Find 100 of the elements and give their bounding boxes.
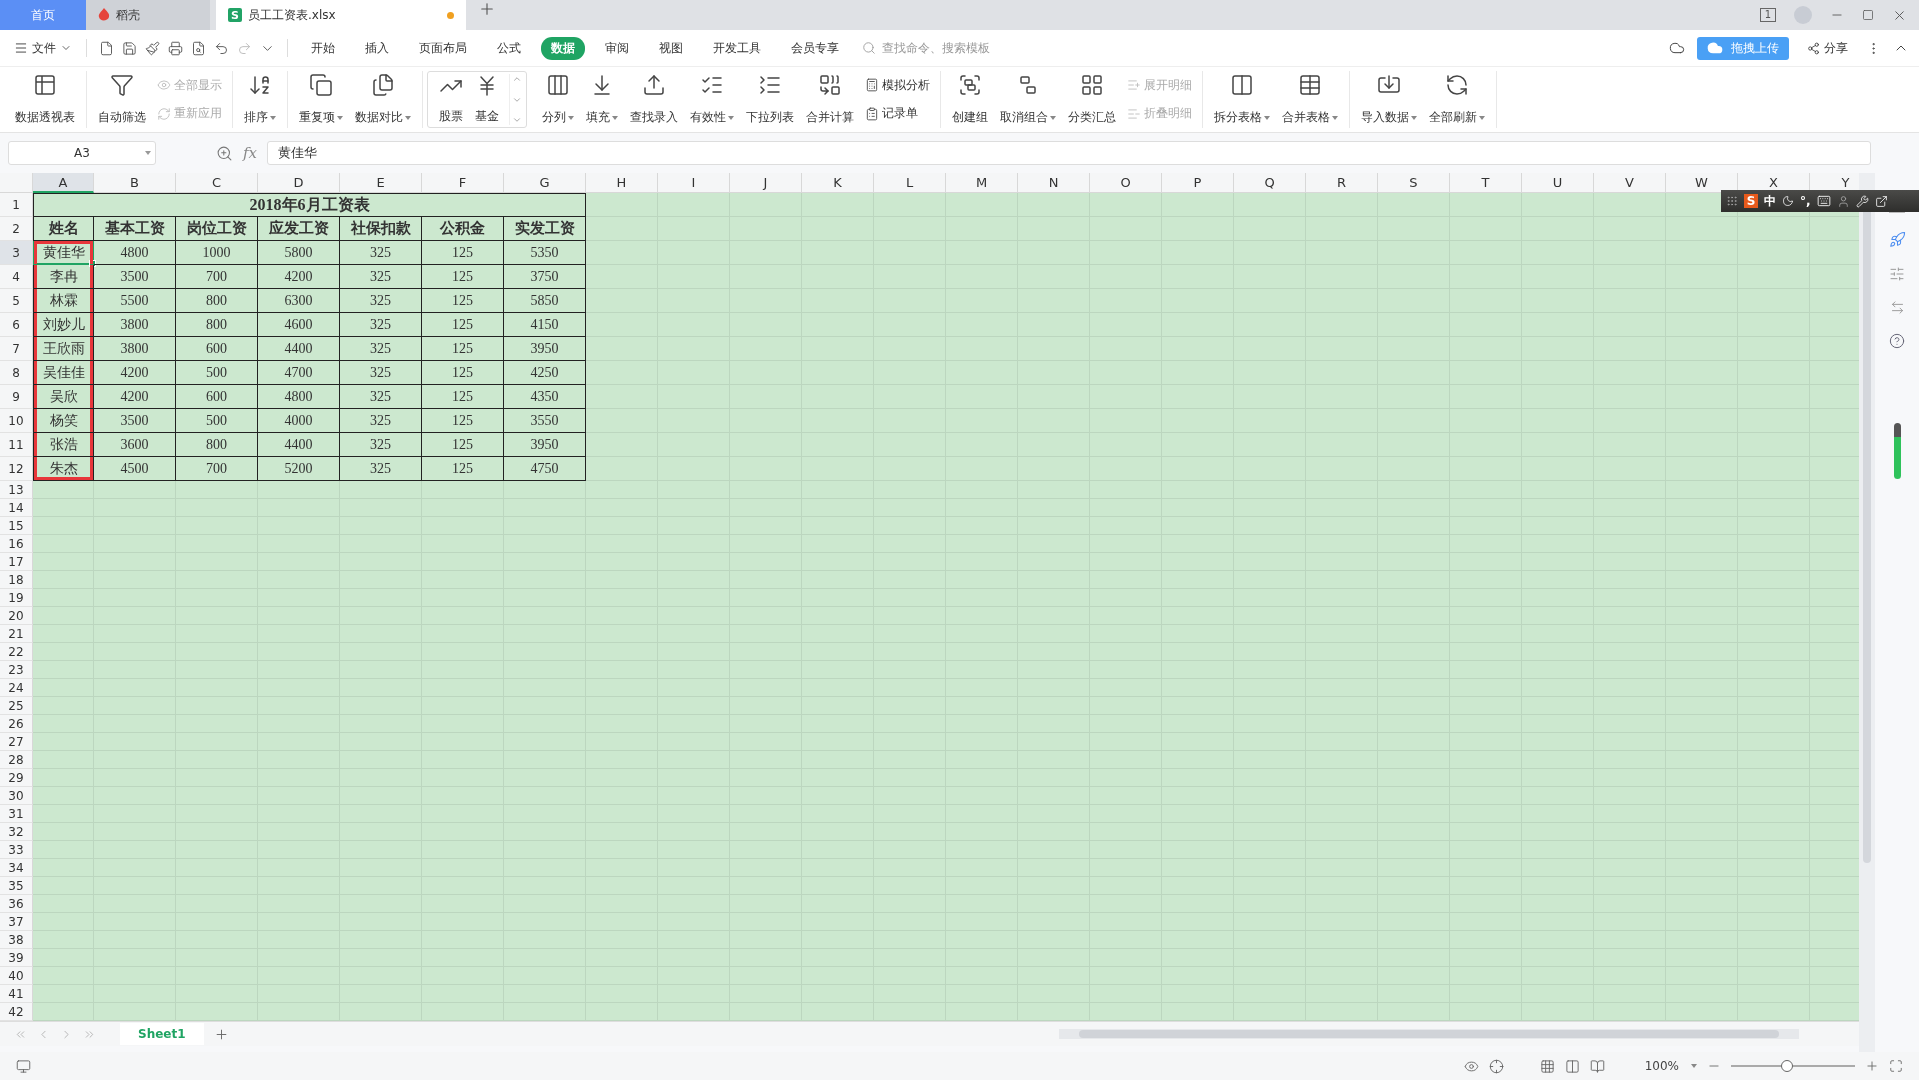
- ribbon-button[interactable]: 模拟分析: [861, 75, 934, 95]
- row-header[interactable]: 26: [0, 715, 33, 733]
- column-header[interactable]: V: [1594, 173, 1666, 193]
- new-file-icon[interactable]: [99, 40, 114, 56]
- row-header[interactable]: 9: [0, 385, 33, 409]
- column-header[interactable]: T: [1450, 173, 1522, 193]
- row-header[interactable]: 8: [0, 361, 33, 385]
- ribbon-button[interactable]: 分类汇总: [1063, 71, 1121, 128]
- table-cell[interactable]: 4200: [94, 385, 176, 409]
- table-cell[interactable]: 李冉: [33, 265, 94, 289]
- column-header[interactable]: H: [586, 173, 658, 193]
- table-cell[interactable]: 125: [422, 241, 504, 265]
- menu-tab[interactable]: 审阅: [595, 36, 639, 60]
- print-preview-icon[interactable]: [191, 40, 206, 56]
- table-cell[interactable]: 4500: [94, 457, 176, 481]
- row-header[interactable]: 15: [0, 517, 33, 535]
- table-cell[interactable]: 吴佳佳: [33, 361, 94, 385]
- document-tab[interactable]: 稻壳: [86, 0, 210, 30]
- table-cell[interactable]: 125: [422, 433, 504, 457]
- table-cell[interactable]: 刘妙儿: [33, 313, 94, 337]
- ribbon-button[interactable]: 合并计算: [801, 71, 859, 128]
- row-header[interactable]: 35: [0, 877, 33, 895]
- row-header[interactable]: 39: [0, 949, 33, 967]
- row-header[interactable]: 42: [0, 1003, 33, 1021]
- table-cell[interactable]: 3800: [94, 313, 176, 337]
- table-cell[interactable]: 125: [422, 289, 504, 313]
- table-cell[interactable]: 500: [176, 409, 258, 433]
- menu-tab[interactable]: 插入: [355, 36, 399, 60]
- column-header[interactable]: O: [1090, 173, 1162, 193]
- row-header[interactable]: 19: [0, 589, 33, 607]
- column-header[interactable]: X: [1738, 173, 1810, 193]
- table-cell[interactable]: 3500: [94, 409, 176, 433]
- row-header[interactable]: 22: [0, 643, 33, 661]
- row-header[interactable]: 7: [0, 337, 33, 361]
- table-cell[interactable]: 4700: [258, 361, 340, 385]
- row-header[interactable]: 29: [0, 769, 33, 787]
- menu-tab[interactable]: 开始: [301, 36, 345, 60]
- document-tab[interactable]: S 员工工资表.xlsx: [216, 0, 466, 30]
- row-header[interactable]: 31: [0, 805, 33, 823]
- table-cell[interactable]: 125: [422, 409, 504, 433]
- row-header[interactable]: 33: [0, 841, 33, 859]
- column-header[interactable]: W: [1666, 173, 1738, 193]
- table-cell[interactable]: 4400: [258, 433, 340, 457]
- table-cell[interactable]: 3550: [504, 409, 586, 433]
- row-header[interactable]: 2: [0, 217, 33, 241]
- table-cell[interactable]: 700: [176, 457, 258, 481]
- table-cell[interactable]: 125: [422, 265, 504, 289]
- column-header[interactable]: C: [176, 173, 258, 193]
- vertical-scrollbar[interactable]: [1859, 173, 1875, 1052]
- row-header[interactable]: 41: [0, 985, 33, 1003]
- column-header[interactable]: M: [946, 173, 1018, 193]
- row-header[interactable]: 27: [0, 733, 33, 751]
- ribbon-button[interactable]: 分列: [537, 71, 579, 128]
- table-cell[interactable]: 5850: [504, 289, 586, 313]
- ribbon-button[interactable]: 记录单: [861, 104, 934, 124]
- column-header[interactable]: Y: [1810, 173, 1859, 193]
- column-header[interactable]: A: [33, 173, 94, 193]
- column-header[interactable]: N: [1018, 173, 1090, 193]
- table-cell[interactable]: 3950: [504, 433, 586, 457]
- column-header[interactable]: K: [802, 173, 874, 193]
- ribbon-button[interactable]: 创建组: [947, 71, 993, 128]
- row-header[interactable]: 13: [0, 481, 33, 499]
- table-cell[interactable]: 3500: [94, 265, 176, 289]
- row-header[interactable]: 12: [0, 457, 33, 481]
- table-cell[interactable]: 125: [422, 385, 504, 409]
- table-cell[interactable]: 325: [340, 385, 422, 409]
- table-cell[interactable]: 325: [340, 241, 422, 265]
- table-cell[interactable]: 3950: [504, 337, 586, 361]
- ribbon-button[interactable]: 自动筛选: [93, 71, 151, 128]
- ribbon-button[interactable]: 导入数据: [1356, 71, 1422, 128]
- table-cell[interactable]: 600: [176, 385, 258, 409]
- column-header[interactable]: R: [1306, 173, 1378, 193]
- table-cell[interactable]: 4800: [258, 385, 340, 409]
- table-cell[interactable]: 325: [340, 361, 422, 385]
- row-header[interactable]: 37: [0, 913, 33, 931]
- table-cell[interactable]: 林霖: [33, 289, 94, 313]
- table-cell[interactable]: 5350: [504, 241, 586, 265]
- window-count-badge[interactable]: 1: [1759, 8, 1776, 22]
- table-cell[interactable]: 3800: [94, 337, 176, 361]
- row-header[interactable]: 21: [0, 625, 33, 643]
- table-cell[interactable]: 5200: [258, 457, 340, 481]
- row-header[interactable]: 28: [0, 751, 33, 769]
- ime-logo[interactable]: S: [1744, 194, 1758, 208]
- row-header[interactable]: 17: [0, 553, 33, 571]
- table-cell[interactable]: 125: [422, 457, 504, 481]
- ribbon-button[interactable]: 合并表格: [1277, 71, 1343, 128]
- menu-tab[interactable]: 公式: [487, 36, 531, 60]
- table-cell[interactable]: 4800: [94, 241, 176, 265]
- zoom-thumb[interactable]: [1780, 1060, 1793, 1072]
- row-header[interactable]: 30: [0, 787, 33, 805]
- ribbon-button[interactable]: 填充: [581, 71, 623, 128]
- table-cell[interactable]: 125: [422, 337, 504, 361]
- redo-icon[interactable]: [237, 40, 252, 56]
- ribbon-button[interactable]: 拆分表格: [1209, 71, 1275, 128]
- table-cell[interactable]: 800: [176, 289, 258, 313]
- ribbon-button[interactable]: 排序: [239, 71, 281, 128]
- table-cell[interactable]: 4750: [504, 457, 586, 481]
- ribbon-button[interactable]: 取消组合: [995, 71, 1061, 128]
- ribbon-button[interactable]: 股票: [434, 72, 468, 127]
- table-cell[interactable]: 1000: [176, 241, 258, 265]
